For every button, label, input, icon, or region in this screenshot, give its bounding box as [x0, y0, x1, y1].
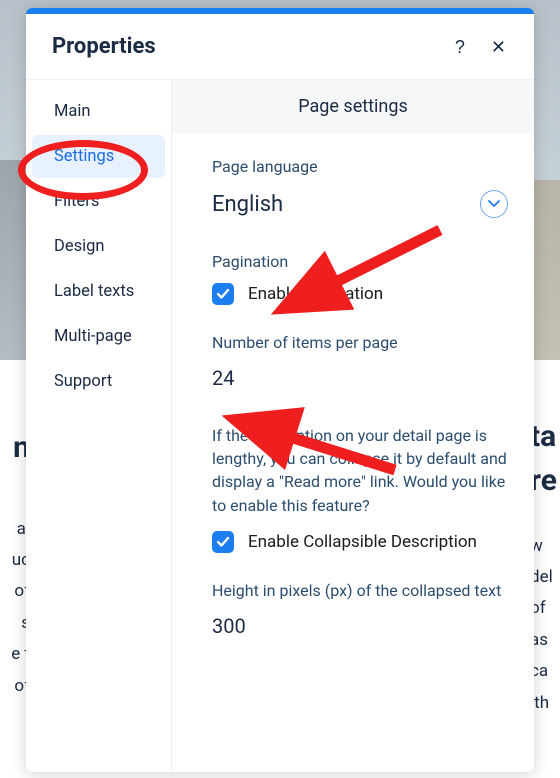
sidebar-item-support[interactable]: Support — [32, 360, 165, 403]
sidebar-item-label: Design — [54, 237, 104, 256]
enable-pagination-checkbox[interactable] — [212, 283, 234, 305]
collapsible-description-text: If the description on your detail page i… — [212, 424, 508, 517]
sidebar-item-design[interactable]: Design — [32, 225, 165, 268]
annotation-ellipse-settings — [18, 140, 148, 200]
properties-modal: Properties ? ✕ Main Settings Filters Des… — [26, 8, 534, 772]
collapsed-height-input[interactable]: 300 — [212, 614, 508, 638]
modal-header: Properties ? ✕ — [26, 14, 534, 80]
enable-pagination-label: Enable pagination — [248, 284, 383, 304]
modal-header-actions: ? ✕ — [453, 36, 508, 58]
page-language-select[interactable]: English — [212, 190, 508, 218]
collapsed-height-label: Height in pixels (px) of the collapsed t… — [212, 581, 508, 600]
sidebar-item-label: Main — [54, 102, 91, 121]
sidebar-item-main[interactable]: Main — [32, 90, 165, 133]
items-per-page-input[interactable]: 24 — [212, 366, 508, 390]
enable-collapsible-checkbox[interactable] — [212, 531, 234, 553]
content-inner: Page language English Pagination Enable … — [172, 133, 534, 648]
items-per-page-label: Number of items per page — [212, 333, 508, 352]
enable-pagination-row: Enable pagination — [212, 283, 508, 305]
pagination-section-label: Pagination — [212, 252, 508, 271]
enable-collapsible-row: Enable Collapsible Description — [212, 531, 508, 553]
close-icon[interactable]: ✕ — [489, 36, 508, 58]
content-panel-title: Page settings — [172, 80, 534, 133]
chevron-down-icon — [480, 190, 508, 218]
help-icon[interactable]: ? — [453, 36, 467, 58]
bg-right-fragments: ta re w del of as ca ith — [530, 420, 560, 719]
enable-collapsible-label: Enable Collapsible Description — [248, 532, 477, 552]
sidebar-item-label: Support — [54, 372, 112, 391]
sidebar-item-label-texts[interactable]: Label texts — [32, 270, 165, 313]
sidebar-item-label: Label texts — [54, 282, 134, 301]
content-pane: Page settings Page language English Pagi… — [172, 80, 534, 772]
modal-title: Properties — [52, 34, 156, 59]
page-language-label: Page language — [212, 157, 508, 176]
sidebar-item-label: Multi-page — [54, 327, 132, 346]
sidebar-item-multi-page[interactable]: Multi-page — [32, 315, 165, 358]
page-language-value: English — [212, 192, 283, 217]
